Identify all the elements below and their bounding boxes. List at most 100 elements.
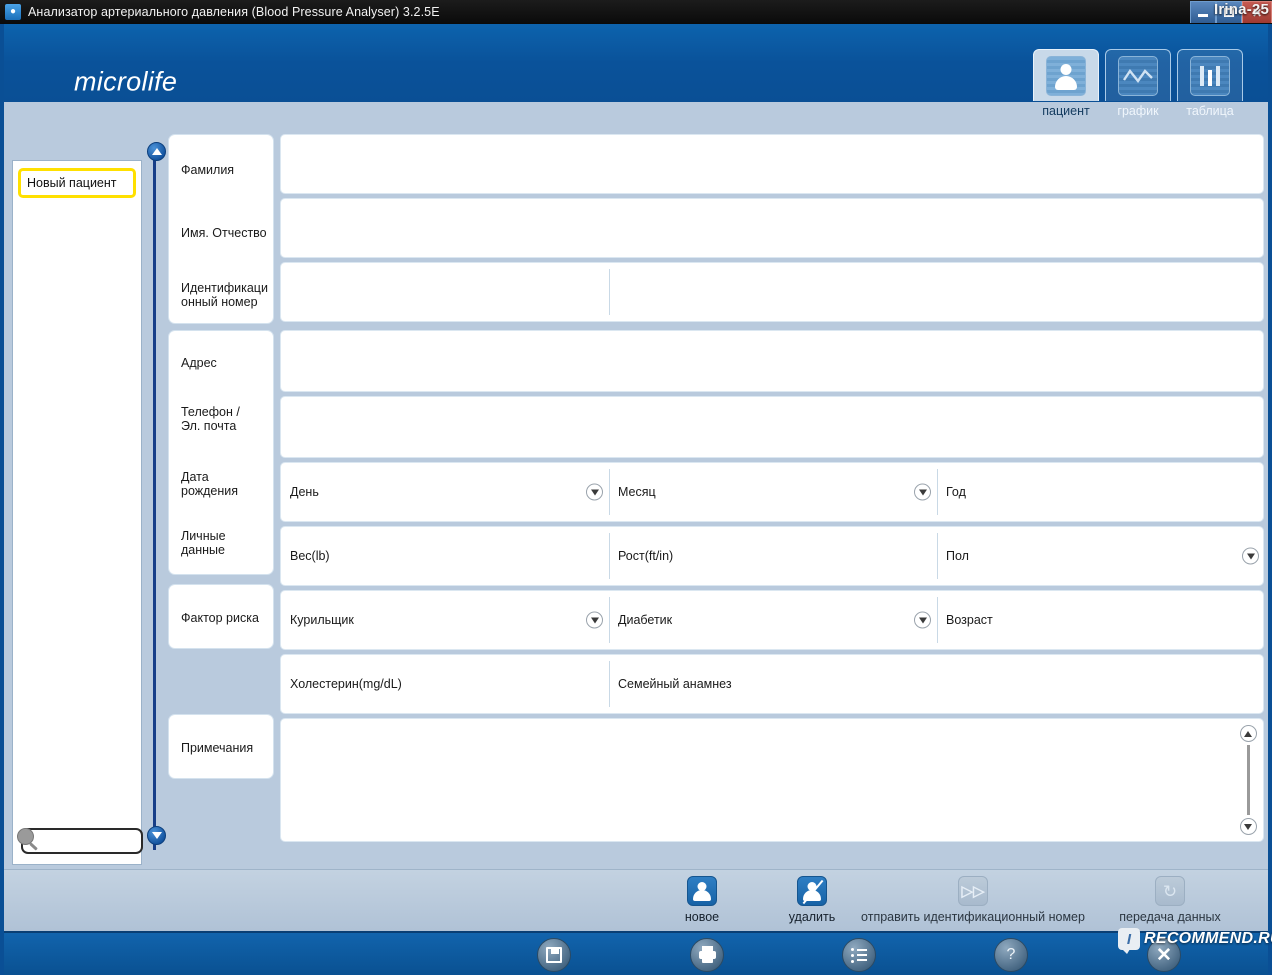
data-transfer-button[interactable]: ↻ передача данных [1095,876,1245,924]
wave-chart-icon [1118,55,1158,96]
day-dropdown-button[interactable] [586,483,603,501]
patient-list-panel: Новый пациент [12,160,143,865]
year-label: Год [946,485,966,499]
family-history-label: Семейный анамнез [618,677,732,691]
surname-input[interactable] [280,134,1264,194]
label-personal-data: Личные данные [181,529,226,557]
diabetic-label: Диабетик [618,613,673,627]
save-button[interactable]: сохранить [484,938,624,975]
notes-textarea[interactable] [280,718,1264,842]
label-group-contact: Адрес Телефон / Эл. почта Дата рождения … [168,330,274,575]
address-input[interactable] [280,330,1264,392]
watermark-logo: I [1118,928,1140,954]
gender-label: Пол [946,549,969,563]
tab-table-label: таблица [1186,104,1234,118]
day-label: День [290,485,319,499]
data-transfer-label: передача данных [1119,910,1221,924]
label-address: Адрес [181,356,217,370]
window-title: Анализатор артериального давления (Blood… [28,5,440,19]
application-window: microlife пациент график таблица Новый п… [0,24,1272,975]
gender-dropdown-button[interactable] [1242,547,1259,565]
chevron-down-icon [918,489,927,495]
chevron-down-icon [918,617,927,623]
help-button[interactable]: ? справка [941,938,1081,975]
chevron-up-icon [1244,730,1252,737]
notes-scroll-track[interactable] [1246,745,1250,815]
list-scroll-rail [147,134,166,869]
tab-bar [1033,49,1243,101]
settings-list-icon [842,938,876,972]
tab-patient-label: пациент [1042,104,1090,118]
cholesterol-label: Холестерин(mg/dL) [290,677,402,691]
patient-search-box[interactable] [17,828,143,854]
user-watermark: Irina-25 [1214,1,1269,18]
label-risk-factor: Фактор риска [181,611,259,625]
scroll-down-button[interactable] [147,826,166,845]
chevron-down-icon [590,489,599,495]
tab-table[interactable] [1177,49,1243,101]
divider [937,597,938,643]
smoker-label: Курильщик [290,613,354,627]
smoker-dropdown-button[interactable] [586,611,603,629]
label-birth-date: Дата рождения [181,470,239,498]
patient-actions-toolbar: новое удалить ▷▷ отправить идентификацио… [4,869,1268,931]
name-patronymic-input[interactable] [280,198,1264,258]
patient-form: Фамилия Имя. Отчество Идентификаци онный… [168,134,1264,869]
print-button[interactable]: печать [637,938,777,975]
divider [937,469,938,515]
site-watermark: I RECOMMEND.RU [1118,928,1272,954]
send-id-button[interactable]: ▷▷ отправить идентификационный номер [861,876,1085,924]
age-label: Возраст [946,613,993,627]
settings-button[interactable]: настройки [789,938,929,975]
risk-factor-row[interactable]: Курильщик Диабетик Возраст [280,590,1264,650]
chevron-up-icon [151,148,162,155]
label-notes: Примечания [181,741,254,755]
scroll-up-button[interactable] [147,142,166,161]
weight-label: Вес(lb) [290,549,330,563]
personal-data-row[interactable]: Вес(lb) Рост(ft/in) Пол [280,526,1264,586]
label-name-patronymic: Имя. Отчество [181,226,267,240]
person-icon [1046,55,1086,96]
watermark-text: RECOMMEND.RU [1144,930,1272,947]
id-number-row[interactable] [280,262,1264,322]
app-header: microlife пациент график таблица [4,24,1268,118]
divider [609,533,610,579]
magnifier-icon [17,828,34,845]
month-dropdown-button[interactable] [914,483,931,501]
list-item[interactable]: Новый пациент [18,168,136,198]
label-group-notes: Примечания [168,714,274,779]
shield-icon: ● [5,4,21,20]
main-toolbar: сохранить печать настройки ? справка [4,931,1268,975]
phone-email-input[interactable] [280,396,1264,458]
divider [609,469,610,515]
minimize-button[interactable] [1190,1,1216,23]
new-patient-label: новое [684,910,720,924]
tab-labels: пациент график таблица [1033,104,1243,118]
new-patient-icon [687,876,717,906]
label-phone-email: Телефон / Эл. почта [181,405,240,433]
label-id-number: Идентификаци онный номер [181,281,268,309]
cholesterol-history-row[interactable]: Холестерин(mg/dL) Семейный анамнез [280,654,1264,714]
send-id-label: отправить идентификационный номер [861,910,1085,924]
scroll-track[interactable] [153,150,156,850]
tab-patient[interactable] [1033,49,1099,101]
notes-scrollbar[interactable] [1237,723,1259,837]
printer-icon [690,938,724,972]
microlife-logo: microlife [74,66,178,97]
search-input[interactable] [23,830,141,852]
tab-chart[interactable] [1105,49,1171,101]
notes-scroll-up-button[interactable] [1239,725,1257,742]
fast-forward-icon: ▷▷ [958,876,988,906]
label-group-risk: Фактор риска [168,584,274,649]
window-title-bar: ● Анализатор артериального давления (Blo… [0,0,1272,24]
diabetic-dropdown-button[interactable] [914,611,931,629]
label-surname: Фамилия [181,163,235,177]
content-area: Новый пациент Фамилия Имя. Отчество Иден… [4,134,1268,869]
label-group-identity: Фамилия Имя. Отчество Идентификаци онный… [168,134,274,324]
table-bars-icon [1190,55,1230,96]
divider [609,269,610,315]
chevron-down-icon [151,832,162,839]
birth-date-row[interactable]: День Месяц Год [280,462,1264,522]
divider [609,597,610,643]
notes-scroll-down-button[interactable] [1239,818,1257,835]
